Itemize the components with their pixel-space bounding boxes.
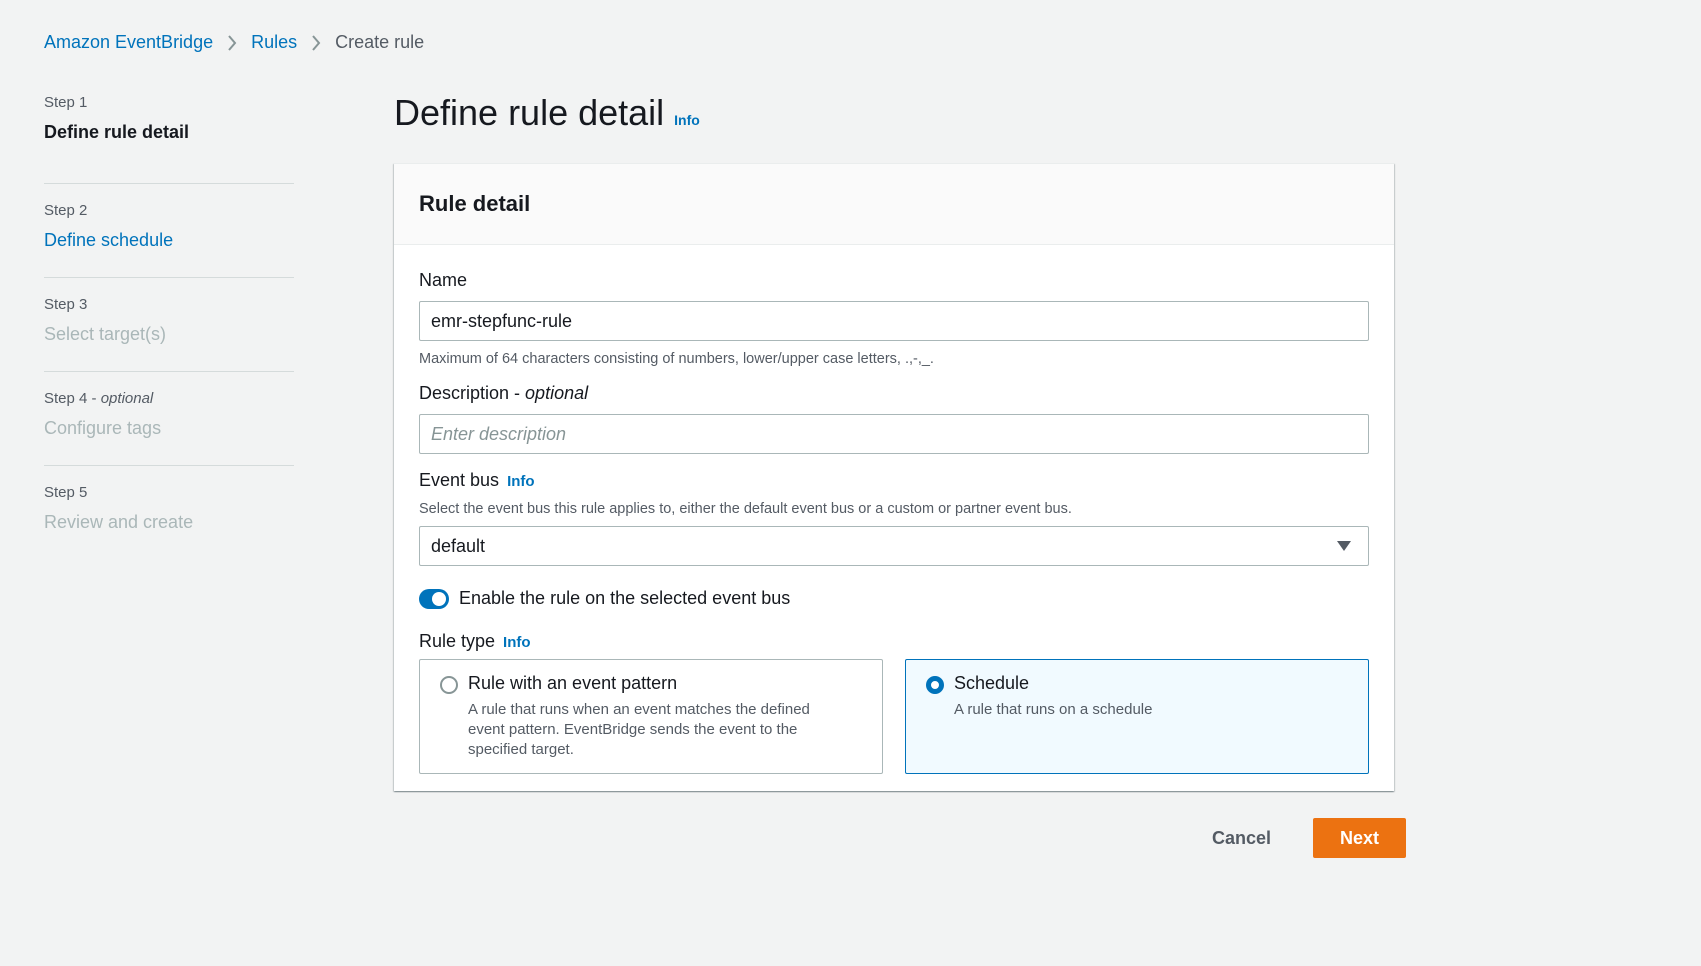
step-title: Review and create — [44, 512, 194, 532]
step-number: Step 1 — [44, 94, 88, 111]
breadcrumb: Amazon EventBridge Rules Create rule — [44, 32, 424, 53]
enable-rule-label: Enable the rule on the selected event bu… — [459, 588, 791, 608]
name-label: Name — [419, 270, 468, 290]
step-title: Define rule detail — [44, 122, 190, 142]
step-2: Step 2 Define schedule — [44, 184, 294, 278]
form-actions: Cancel Next — [1190, 818, 1407, 858]
event-bus-label: Event bus Info — [419, 470, 535, 491]
next-button[interactable]: Next — [1313, 818, 1407, 858]
toggle-knob — [432, 591, 446, 606]
event-bus-value: default — [431, 535, 486, 556]
radio-checked-icon[interactable] — [926, 676, 944, 694]
step-title: Configure tags — [44, 418, 162, 438]
step-3: Step 3 Select target(s) — [44, 278, 294, 372]
rule-detail-panel: Rule detail Name Maximum of 64 character… — [394, 163, 1394, 791]
breadcrumb-eventbridge[interactable]: Amazon EventBridge — [44, 32, 213, 53]
event-bus-hint: Select the event bus this rule applies t… — [419, 501, 1072, 517]
breadcrumb-current: Create rule — [335, 32, 425, 52]
breadcrumb-rules[interactable]: Rules — [251, 32, 297, 53]
step-optional: optional — [100, 390, 154, 407]
description-label: Description - optional — [419, 383, 588, 404]
name-input[interactable] — [419, 301, 1369, 341]
enable-rule-toggle-row: Enable the rule on the selected event bu… — [419, 588, 790, 609]
step-4: Step 4 - optional Configure tags — [44, 372, 294, 466]
chevron-right-icon — [227, 34, 237, 51]
rule-type-schedule-tile[interactable]: Schedule A rule that runs on a schedule — [905, 659, 1369, 774]
rule-type-label: Rule type Info — [419, 631, 531, 652]
event-bus-label-text: Event bus — [419, 470, 500, 490]
caret-down-icon — [1337, 541, 1351, 551]
rule-type-label-text: Rule type — [419, 631, 496, 651]
panel-header: Rule detail — [394, 164, 1394, 245]
tile-description: A rule that runs on a schedule — [954, 701, 1153, 718]
step-number: Step 2 — [44, 202, 88, 219]
step-title: Select target(s) — [44, 324, 167, 344]
step-5: Step 5 Review and create — [44, 466, 294, 560]
rule-type-info-link[interactable]: Info — [503, 634, 531, 651]
enable-rule-toggle[interactable] — [419, 588, 449, 609]
page-info-link[interactable]: Info — [674, 112, 700, 128]
tile-title: Rule with an event pattern — [468, 673, 678, 693]
event-bus-select[interactable]: default — [419, 526, 1369, 566]
page-title: Define rule detail — [394, 92, 665, 133]
event-bus-info-link[interactable]: Info — [507, 473, 535, 490]
description-input[interactable] — [419, 414, 1369, 454]
page-header: Define rule detail Info — [394, 92, 700, 134]
chevron-right-icon — [311, 34, 321, 51]
description-label-text: Description - — [419, 383, 521, 403]
step-number-text: Step 4 — [44, 390, 88, 407]
tile-description: A rule that runs when an event matches t… — [468, 701, 810, 758]
radio-unchecked-icon[interactable] — [440, 676, 458, 694]
step-number: Step 5 — [44, 484, 88, 501]
rule-type-event-pattern-tile[interactable]: Rule with an event pattern A rule that r… — [419, 659, 883, 774]
step-link-define-schedule[interactable]: Define schedule — [44, 228, 294, 252]
wizard-steps: Step 1 Define rule detail Step 2 Define … — [44, 92, 294, 560]
step-1: Step 1 Define rule detail — [44, 92, 294, 184]
cancel-button[interactable]: Cancel — [1190, 818, 1293, 858]
name-hint: Maximum of 64 characters consisting of n… — [419, 351, 934, 367]
step-number: Step 3 — [44, 296, 88, 313]
step-number: Step 4 - optional — [44, 390, 154, 407]
tile-title: Schedule — [954, 673, 1030, 693]
description-optional: optional — [525, 383, 589, 403]
